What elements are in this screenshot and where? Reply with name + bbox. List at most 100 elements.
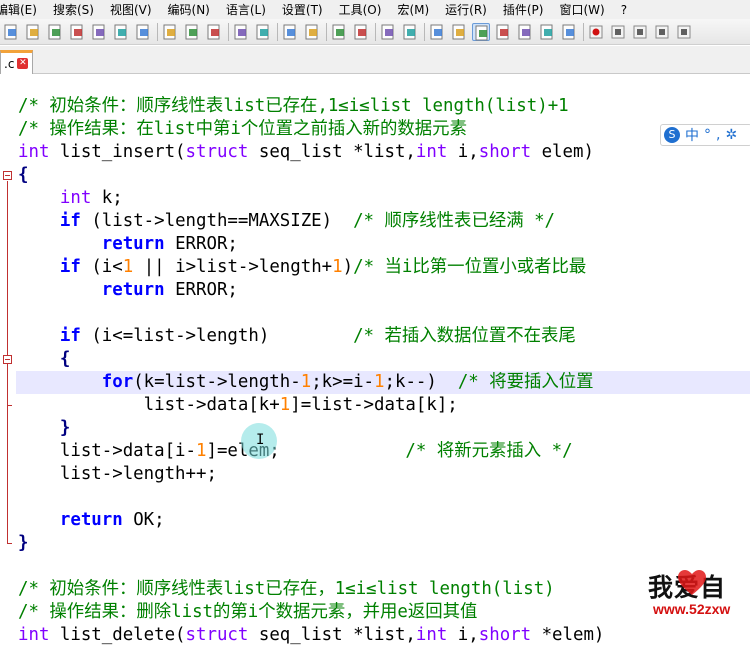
code-token: (list->length==MAXSIZE) bbox=[80, 211, 354, 231]
menu-item[interactable]: 窗口(W) bbox=[559, 1, 608, 18]
copy-icon[interactable] bbox=[183, 23, 201, 41]
code-token: list->data[i- bbox=[18, 441, 196, 461]
ime-settings-icon[interactable]: ✲ bbox=[725, 127, 737, 143]
menu-item[interactable]: 工具(O) bbox=[339, 1, 386, 18]
menu-item[interactable]: 编辑(E) bbox=[0, 1, 41, 18]
doc-map-icon[interactable] bbox=[494, 23, 512, 41]
code-token: /* 操作结果：在list中第i个位置之前插入新的数据元素 bbox=[18, 119, 467, 139]
code-token: ]=list->data[k]; bbox=[290, 395, 458, 415]
code-line[interactable]: int k; bbox=[18, 187, 123, 210]
code-line[interactable]: return OK; bbox=[18, 509, 165, 532]
code-line[interactable]: /* 操作结果：删除list的第i个数据元素，并用e返回其值 bbox=[18, 601, 477, 624]
print-icon[interactable] bbox=[134, 23, 152, 41]
find-icon[interactable] bbox=[281, 23, 299, 41]
code-token: (i<=list->length) bbox=[80, 326, 354, 346]
new-file-icon[interactable] bbox=[2, 23, 20, 41]
code-line[interactable]: if (list->length==MAXSIZE) /* 顺序线性表已经满 *… bbox=[18, 210, 555, 233]
menu-bar: 编辑(E) 搜索(S) 视图(V) 编码(N) 语言(L) 设置(T) 工具(O) 宏(M) 运… bbox=[0, 0, 750, 19]
zoom-out-icon[interactable] bbox=[352, 23, 370, 41]
menu-item[interactable]: 编码(N) bbox=[168, 1, 214, 18]
code-line[interactable]: int list_insert(struct seq_list *list,in… bbox=[18, 141, 594, 164]
redo-icon[interactable] bbox=[254, 23, 272, 41]
watermark-logo: 我爱自 www.52zxw bbox=[648, 568, 750, 628]
toolbar-separator bbox=[277, 22, 278, 41]
fold-toggle-icon[interactable] bbox=[3, 171, 12, 180]
code-line[interactable]: if (i<1 || i>list->length+1)/* 当i比第一位置小或… bbox=[18, 256, 586, 279]
code-line[interactable]: list->data[i-1]=elem; /* 将新元素插入 */ bbox=[18, 440, 573, 463]
code-line[interactable]: } bbox=[18, 417, 70, 440]
code-token: ]=elem; bbox=[206, 441, 406, 461]
fold-toggle-icon[interactable] bbox=[3, 355, 12, 364]
current-code-line[interactable]: for(k=list->length-1;k>=i-1;k--) /* 将要插入… bbox=[16, 371, 750, 394]
close-icon[interactable] bbox=[90, 23, 108, 41]
code-line[interactable]: /* 操作结果：在list中第i个位置之前插入新的数据元素 bbox=[18, 118, 467, 141]
code-line[interactable]: list->data[k+1]=list->data[k]; bbox=[18, 394, 458, 417]
save-all-icon[interactable] bbox=[68, 23, 86, 41]
cut-icon[interactable] bbox=[161, 23, 179, 41]
menu-item[interactable]: 宏(M) bbox=[397, 1, 433, 18]
menu-item[interactable]: 语言(L) bbox=[226, 1, 270, 18]
code-token: if bbox=[59, 257, 81, 277]
run-macro-multiple-icon[interactable] bbox=[653, 23, 671, 41]
code-line[interactable]: return ERROR; bbox=[18, 233, 238, 256]
code-line[interactable]: /* 初始条件：顺序线性表list已存在,1≤i≤list length(lis… bbox=[18, 95, 569, 118]
save-icon[interactable] bbox=[46, 23, 64, 41]
indent-guide-icon[interactable] bbox=[472, 22, 490, 41]
menu-item[interactable]: 设置(T) bbox=[282, 1, 327, 18]
ime-mode-label[interactable]: 中 bbox=[685, 125, 699, 145]
code-token: int bbox=[415, 142, 448, 162]
show-all-chars-icon[interactable] bbox=[450, 23, 468, 41]
code-editor[interactable]: /* 初始条件：顺序线性表list已存在,1≤i≤list length(lis… bbox=[0, 75, 750, 649]
sync-horizontal-icon[interactable] bbox=[401, 23, 419, 41]
sync-vertical-icon[interactable] bbox=[379, 23, 397, 41]
paste-icon[interactable] bbox=[205, 23, 223, 41]
code-line[interactable]: int list_delete(struct seq_list *list,in… bbox=[18, 624, 604, 647]
function-list-icon[interactable] bbox=[516, 23, 534, 41]
menu-item[interactable]: 视图(V) bbox=[110, 1, 156, 18]
ime-comma-label[interactable]: , bbox=[716, 127, 720, 143]
file-tab[interactable]: .c ✕ bbox=[0, 50, 33, 74]
word-wrap-icon[interactable] bbox=[428, 23, 446, 41]
code-line[interactable]: { bbox=[18, 164, 28, 187]
code-token: i, bbox=[447, 142, 479, 162]
code-token: { bbox=[18, 165, 29, 185]
code-token: int bbox=[18, 142, 50, 162]
undo-icon[interactable] bbox=[232, 23, 250, 41]
code-line[interactable]: /* 初始条件：顺序线性表list已存在，1≤i≤list length(lis… bbox=[18, 578, 555, 601]
code-line[interactable]: } bbox=[18, 532, 28, 555]
menu-item[interactable]: 插件(P) bbox=[503, 1, 548, 18]
tab-bar: .c ✕ bbox=[0, 46, 750, 74]
code-token: /* 顺序线性表已经满 */ bbox=[353, 211, 556, 231]
zoom-in-icon[interactable] bbox=[330, 23, 348, 41]
code-token: /* 将新元素插入 */ bbox=[405, 441, 573, 461]
ime-toolbar[interactable]: S 中 ° , ✲ bbox=[660, 124, 750, 146]
tab-close-icon[interactable]: ✕ bbox=[17, 58, 29, 69]
menu-item[interactable]: 运行(R) bbox=[445, 1, 491, 18]
ime-logo-icon[interactable]: S bbox=[664, 127, 680, 143]
menu-item[interactable]: 搜索(S) bbox=[53, 1, 98, 18]
close-all-icon[interactable] bbox=[112, 23, 130, 41]
record-macro-icon[interactable] bbox=[587, 23, 605, 41]
code-token: 1 bbox=[122, 257, 134, 277]
stop-macro-icon[interactable] bbox=[609, 23, 627, 41]
file-tab-label: .c bbox=[4, 56, 15, 71]
monitor-icon[interactable] bbox=[560, 23, 578, 41]
save-macro-icon[interactable] bbox=[675, 23, 693, 41]
menu-item[interactable]: ? bbox=[621, 3, 631, 17]
replace-icon[interactable] bbox=[303, 23, 321, 41]
code-line[interactable]: { bbox=[18, 348, 70, 371]
open-file-icon[interactable] bbox=[24, 23, 42, 41]
code-token: 1 bbox=[300, 372, 312, 392]
folder-workspace-icon[interactable] bbox=[538, 23, 556, 41]
ime-punct-label[interactable]: ° bbox=[704, 127, 711, 143]
code-line[interactable]: if (i<=list->length) /* 若插入数据位置不在表尾 bbox=[18, 325, 576, 348]
code-line[interactable]: list->length++; bbox=[18, 463, 217, 486]
code-line[interactable]: return ERROR; bbox=[18, 279, 238, 302]
play-macro-icon[interactable] bbox=[631, 23, 649, 41]
code-token: 1 bbox=[374, 372, 385, 392]
